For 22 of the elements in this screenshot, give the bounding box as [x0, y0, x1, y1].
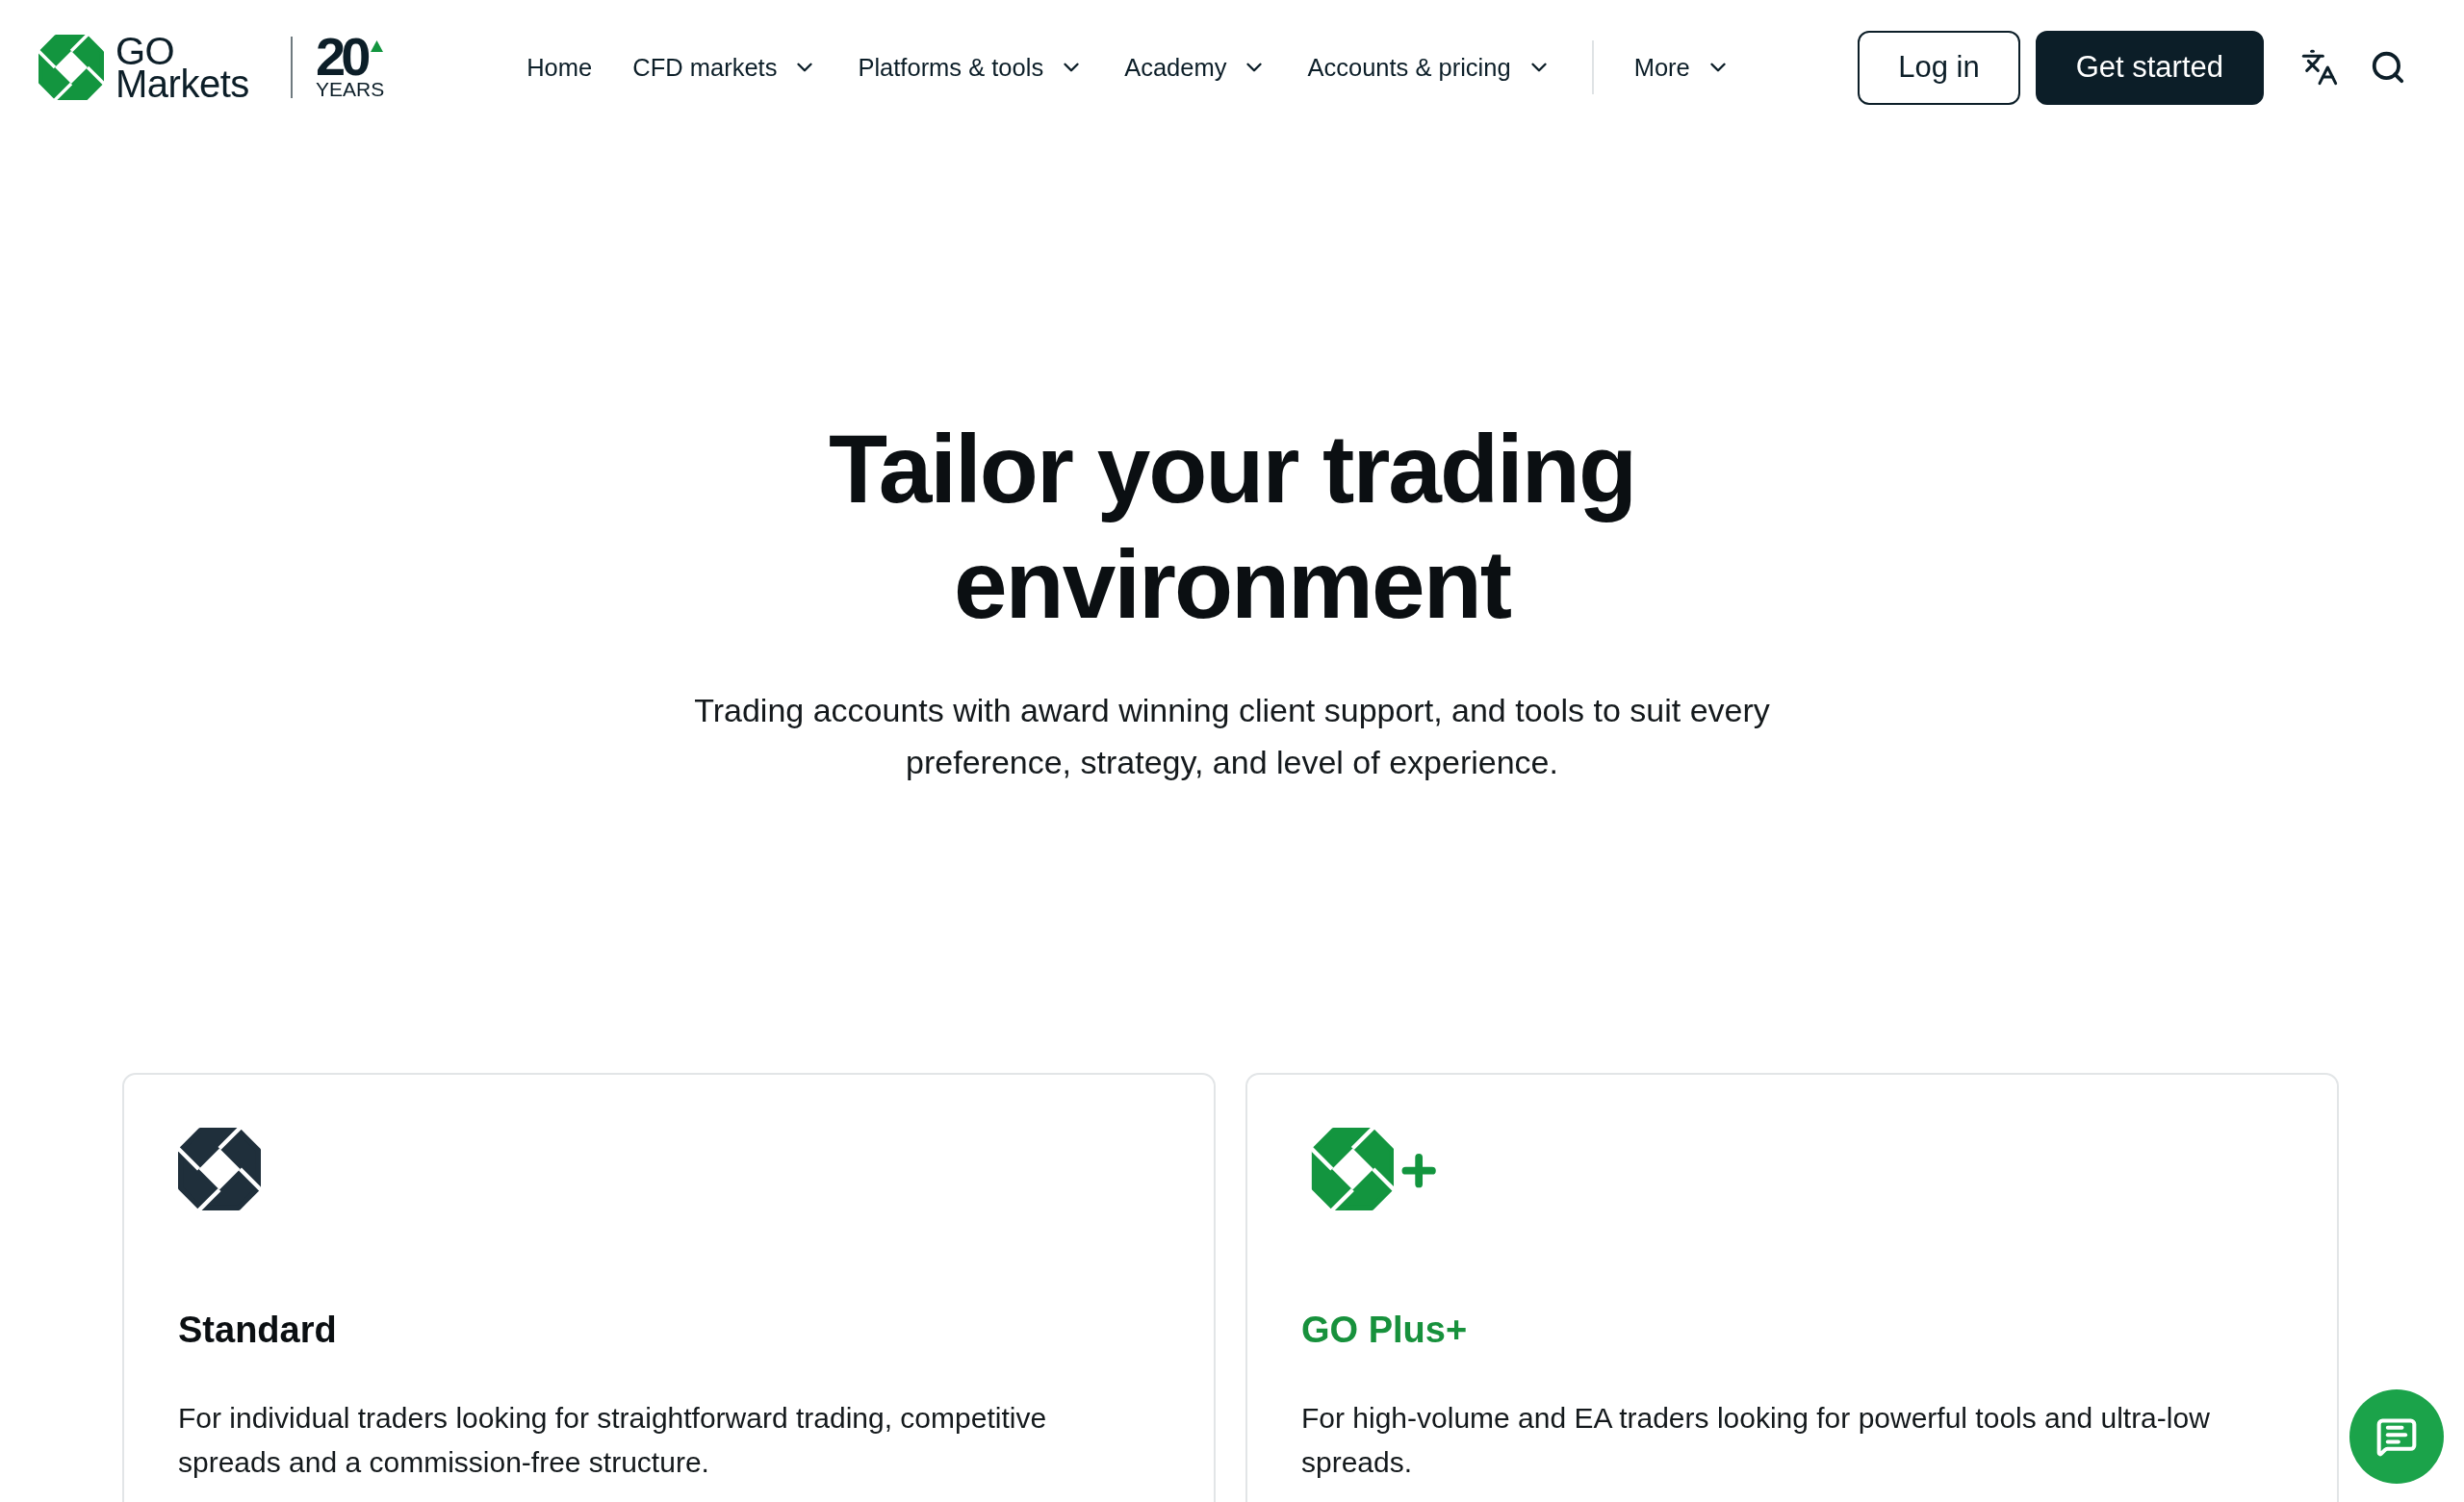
search-icon[interactable] [2370, 49, 2406, 86]
card-description: For individual traders looking for straightforward trading, competitive spreads and a commission-free structure. [178, 1401, 1048, 1480]
nav-menu-item[interactable]: Platforms & tools [858, 53, 1085, 82]
anniversary-label: YEARS [316, 79, 385, 100]
card-title: GO Plus+ [1301, 1309, 1468, 1352]
card-description: For high-volume and EA traders looking for powerful tools and ultra-low spreads. [1301, 1401, 2211, 1480]
card-title: Standard [178, 1309, 337, 1352]
hero-subtitle: Trading accounts with award winning client support, and tools to suit every preference, strategy, and level of experience. [693, 691, 1771, 782]
triangle-icon [371, 40, 384, 52]
login-button[interactable]: Log in [1858, 30, 2020, 105]
logo-icon [38, 35, 104, 100]
logo-wordmark: GO Markets [116, 35, 250, 100]
nav-menu-item[interactable]: More [1633, 53, 1731, 82]
get-started-button[interactable]: Get started [2035, 30, 2264, 105]
translate-icon[interactable] [2300, 48, 2339, 87]
anniversary-number: 20 [316, 35, 367, 79]
hero-title: Tailor your trading environment [828, 414, 1636, 640]
nav-menu-item[interactable]: Accounts & pricing [1307, 53, 1552, 82]
nav-menu-item[interactable]: Home [526, 53, 593, 82]
nav-menu-item[interactable]: CFD markets [632, 53, 818, 82]
chat-icon [2375, 1415, 2418, 1458]
nav-menu-item[interactable]: Academy [1124, 53, 1268, 82]
